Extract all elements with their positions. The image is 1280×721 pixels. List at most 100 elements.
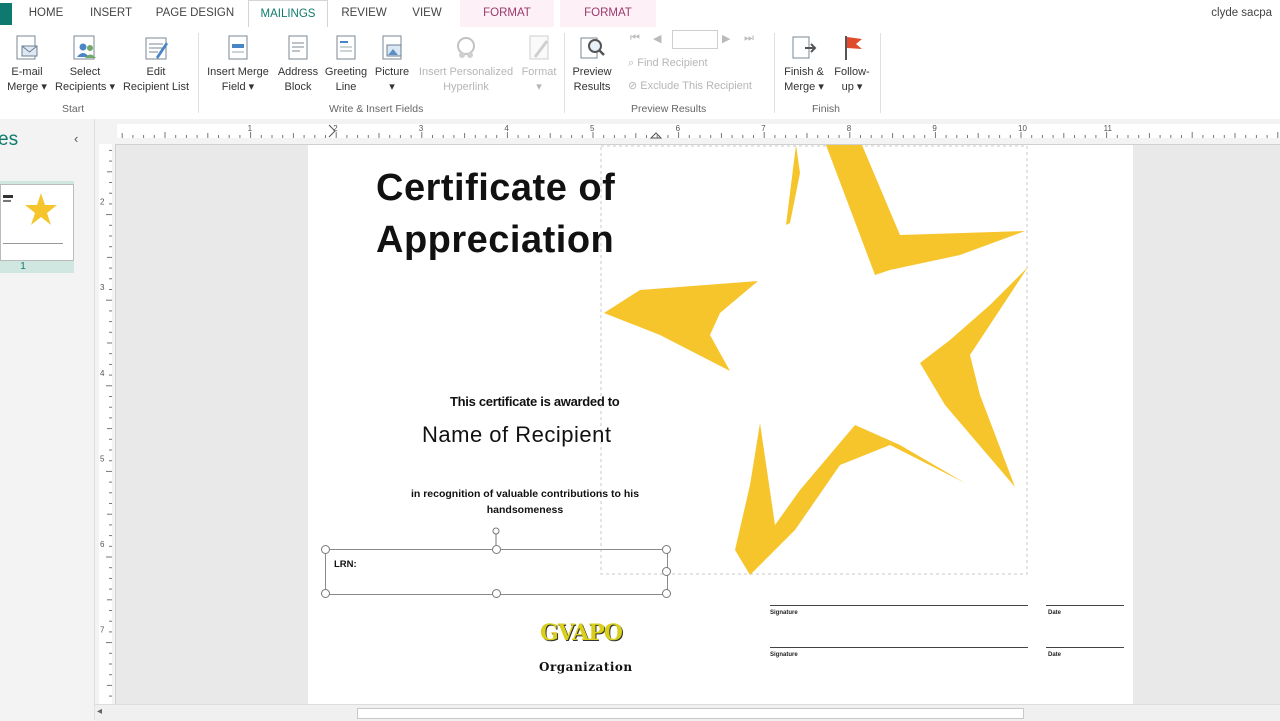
next-record-icon[interactable]: ▶ (722, 32, 730, 45)
follow-up-button[interactable]: Follow- up ▾ (828, 33, 876, 95)
email-merge-button[interactable]: E-mail Merge ▾ (4, 33, 50, 95)
vertical-ruler-ticks: 2 3 4 5 6 7 (99, 144, 112, 704)
finish-merge-icon (792, 36, 817, 59)
tab-review[interactable]: REVIEW (334, 0, 394, 27)
ruler-number: 9 (932, 124, 937, 133)
group-separator (880, 33, 881, 113)
certificate-title[interactable]: Certificate of Appreciation (376, 162, 615, 266)
certificate-title-line-2: Appreciation (376, 219, 615, 261)
ruler-number: 1 (248, 124, 253, 133)
tab-home[interactable]: HOME (20, 0, 72, 27)
signature-label-1: Signature (770, 610, 798, 616)
date-label-1: Date (1048, 610, 1062, 616)
tab-format-drawing[interactable]: FORMAT (460, 0, 554, 27)
ruler-number: 8 (847, 124, 852, 133)
insert-personalized-hyperlink-label-1: Insert Personalized (418, 66, 514, 78)
greeting-line-icon (336, 35, 356, 60)
page-thumbnail-preview (0, 184, 74, 261)
tab-mailings[interactable]: MAILINGS (248, 0, 328, 29)
recognition-line-1: in recognition of valuable contributions… (410, 488, 640, 500)
insert-personalized-hyperlink-button[interactable]: Insert Personalized Hyperlink (414, 33, 518, 95)
last-record-icon[interactable]: ⏭ (744, 32, 754, 45)
certificate-title-line-1: Certificate of (376, 167, 616, 209)
page-navigation-pane: es ‹ 1 (0, 119, 95, 720)
email-merge-label-2: Merge ▾ (7, 81, 47, 93)
signature-line-1 (770, 605, 1028, 606)
ruler-number: 10 (1018, 124, 1027, 133)
resize-handle-bottom[interactable] (492, 589, 501, 598)
find-recipient-button[interactable]: ⌕ Find Recipient (628, 56, 708, 70)
tab-page-design[interactable]: PAGE DESIGN (150, 0, 240, 27)
select-recipients-button[interactable]: Select Recipients ▾ (54, 33, 116, 95)
scroll-left-arrow-icon[interactable]: ◂ (97, 706, 102, 717)
date-label-2: Date (1048, 652, 1062, 658)
picture-button[interactable]: Picture ▾ (370, 33, 414, 95)
group-separator (774, 33, 775, 113)
resize-handle-bottom-right[interactable] (662, 589, 671, 598)
previous-record-icon[interactable]: ◀ (653, 32, 661, 45)
record-number-input[interactable] (672, 30, 718, 49)
resize-handle-top[interactable] (492, 545, 501, 554)
format-field-label-2: ▾ (536, 81, 542, 93)
tab-insert[interactable]: INSERT (80, 0, 142, 27)
finish-merge-button[interactable]: Finish & Merge ▾ (780, 33, 828, 95)
ribbon-tab-bar: HOME INSERT PAGE DESIGN MAILINGS REVIEW … (0, 0, 1280, 29)
page-thumbnail[interactable]: 1 (0, 181, 74, 273)
horizontal-scrollbar[interactable]: ◂ (95, 704, 1280, 721)
exclude-recipient-icon: ⊘ (628, 80, 638, 92)
recipient-name-field[interactable]: Name of Recipient (422, 422, 611, 448)
find-recipient-label: Find Recipient (637, 57, 708, 69)
signature-line-2 (770, 647, 1028, 648)
select-recipients-label-1: Select (69, 66, 101, 78)
tab-view[interactable]: VIEW (402, 0, 452, 27)
horizontal-scrollbar-thumb[interactable] (357, 708, 1024, 719)
picture-label-1: Picture (374, 66, 410, 78)
find-recipient-icon: ⌕ (628, 57, 635, 69)
ruler-number: 3 (100, 283, 105, 292)
address-block-label-2: Block (284, 81, 312, 93)
file-tab[interactable] (0, 3, 12, 25)
ruler-number: 4 (100, 369, 105, 378)
group-separator (564, 33, 565, 113)
page-thumbnail-number: 1 (20, 261, 26, 272)
preview-results-label-1: Preview (572, 66, 612, 78)
merge-field-icon (228, 35, 248, 60)
preview-results-button[interactable]: Preview Results (568, 33, 616, 95)
ruler-number: 2 (100, 198, 105, 207)
horizontal-ruler[interactable]: 1 2 3 4 5 6 7 8 9 10 11 (95, 119, 1280, 145)
collapse-pane-icon[interactable]: ‹ (74, 131, 78, 146)
insert-merge-field-button[interactable]: Insert Merge Field ▾ (202, 33, 274, 95)
ruler-number: 5 (100, 454, 105, 463)
tab-format-picture[interactable]: FORMAT (560, 0, 656, 27)
resize-handle-top-left[interactable] (321, 545, 330, 554)
address-block-button[interactable]: Address Block (274, 33, 322, 95)
recognition-line-2: handsomeness (486, 504, 564, 516)
format-icon (529, 35, 549, 60)
awarded-text[interactable]: This certificate is awarded to (450, 394, 620, 409)
exclude-recipient-button[interactable]: ⊘ Exclude This Recipient (628, 79, 752, 93)
ruler-number: 4 (504, 124, 509, 133)
lrn-label: LRN: (334, 559, 357, 570)
recognition-text[interactable]: in recognition of valuable contributions… (385, 486, 665, 518)
first-record-icon[interactable]: ⏮ (630, 32, 640, 45)
resize-handle-top-right[interactable] (662, 545, 671, 554)
edit-list-icon (145, 37, 168, 60)
greeting-line-label-1: Greeting (324, 66, 368, 78)
user-account-name[interactable]: clyde sacpa (1211, 0, 1272, 27)
format-field-button[interactable]: Format ▾ (518, 33, 560, 95)
edit-recipient-list-button[interactable]: Edit Recipient List (118, 33, 194, 95)
vertical-ruler[interactable]: 2 3 4 5 6 7 (95, 144, 116, 704)
greeting-line-button[interactable]: Greeting Line (322, 33, 370, 95)
ruler-number: 6 (676, 124, 681, 133)
finish-merge-label-2: Merge ▾ (784, 81, 824, 93)
edit-recipient-list-label-2: Recipient List (122, 81, 190, 93)
ruler-number: 6 (100, 540, 105, 549)
organization-logo[interactable]: GVAPO (540, 620, 623, 646)
format-field-label-1: Format (521, 66, 557, 78)
flag-icon (845, 36, 862, 60)
follow-up-label-2: up ▾ (841, 81, 863, 93)
organization-name[interactable]: Organization (539, 660, 633, 674)
resize-handle-right[interactable] (662, 567, 671, 576)
picture-icon (382, 35, 402, 60)
resize-handle-bottom-left[interactable] (321, 589, 330, 598)
